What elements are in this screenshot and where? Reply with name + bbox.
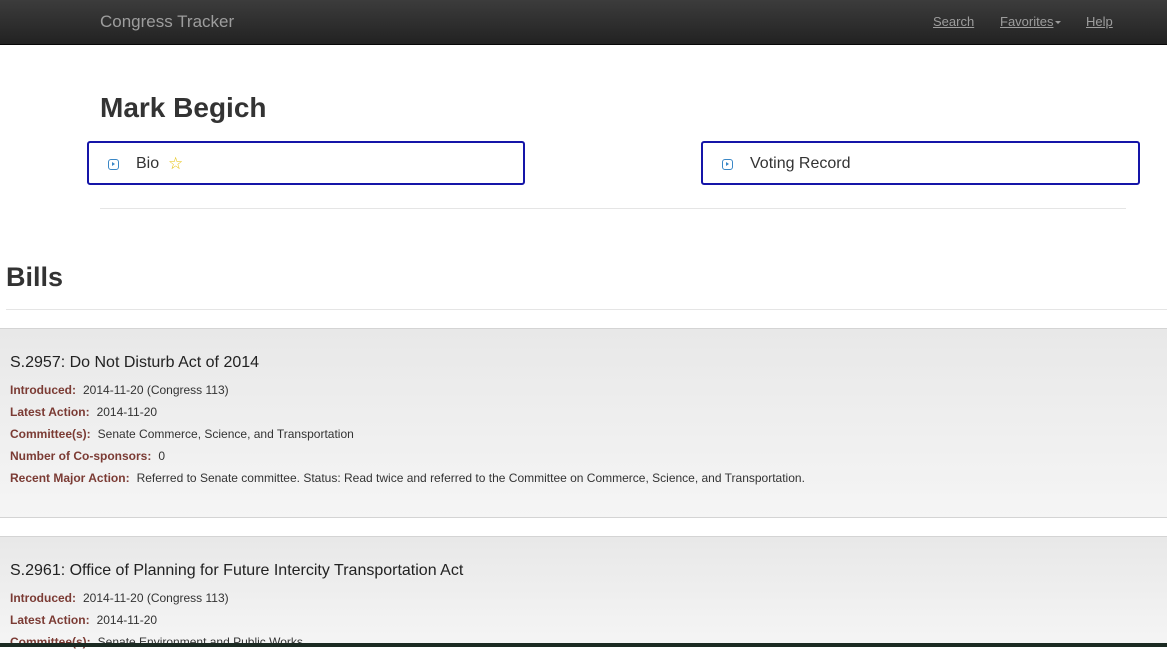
latest-action-label: Latest Action: <box>10 613 90 627</box>
bill-cosponsors-row: Number of Co-sponsors: 0 <box>10 449 165 463</box>
bill-introduced-row: Introduced: 2014-11-20 (Congress 113) <box>10 383 229 397</box>
bill-committees-row: Committee(s): Senate Commerce, Science, a… <box>10 427 354 441</box>
latest-action-value: 2014-11-20 <box>96 405 158 419</box>
voting-record-panel-button[interactable]: Voting Record <box>701 141 1140 185</box>
chevron-down-icon <box>1055 21 1062 25</box>
nav-help-link[interactable]: Help <box>1086 14 1113 29</box>
bill-introduced-row: Introduced: 2014-11-20 (Congress 113) <box>10 591 229 605</box>
nav-favorites-dropdown[interactable]: Favorites <box>1000 14 1062 29</box>
play-circle-icon <box>722 159 733 170</box>
bill-title[interactable]: S.2957: Do Not Disturb Act of 2014 <box>10 354 259 372</box>
bio-panel-label: Bio <box>136 155 160 172</box>
bill-card: S.2957: Do Not Disturb Act of 2014 Intro… <box>0 328 1167 518</box>
bio-panel-button[interactable]: Bio ☆ <box>87 141 525 185</box>
voting-record-panel-label: Voting Record <box>750 155 851 172</box>
star-icon[interactable]: ☆ <box>168 155 183 172</box>
bills-heading: Bills <box>6 262 64 292</box>
bill-title[interactable]: S.2961: Office of Planning for Future In… <box>10 562 463 580</box>
introduced-label: Introduced: <box>10 383 76 397</box>
brand-title[interactable]: Congress Tracker <box>100 12 234 32</box>
recent-major-action-label: Recent Major Action: <box>10 471 130 485</box>
divider <box>100 208 1126 209</box>
member-name: Mark Begich <box>100 92 267 123</box>
divider <box>6 309 1167 310</box>
introduced-value: 2014-11-20 (Congress 113) <box>83 591 229 605</box>
introduced-value: 2014-11-20 (Congress 113) <box>83 383 229 397</box>
recent-major-action-value: Referred to Senate committee. Status: Re… <box>136 471 805 485</box>
nav-search-link[interactable]: Search <box>933 14 974 29</box>
latest-action-label: Latest Action: <box>10 405 90 419</box>
bill-latest-action-row: Latest Action: 2014-11-20 <box>10 405 157 419</box>
top-navbar: Congress Tracker Search Favorites Help <box>0 0 1167 45</box>
bottom-edge <box>0 643 1167 647</box>
committees-label: Committee(s): <box>10 427 91 441</box>
cosponsors-value: 0 <box>158 449 166 463</box>
bill-latest-action-row: Latest Action: 2014-11-20 <box>10 613 157 627</box>
bill-recent-action-row: Recent Major Action: Referred to Senate c… <box>10 471 805 485</box>
bill-card: S.2961: Office of Planning for Future In… <box>0 536 1167 649</box>
introduced-label: Introduced: <box>10 591 76 605</box>
cosponsors-label: Number of Co-sponsors: <box>10 449 152 463</box>
latest-action-value: 2014-11-20 <box>96 613 158 627</box>
nav-favorites-label: Favorites <box>1000 14 1054 29</box>
play-circle-icon <box>108 159 119 170</box>
committees-value: Senate Commerce, Science, and Transporta… <box>97 427 354 441</box>
